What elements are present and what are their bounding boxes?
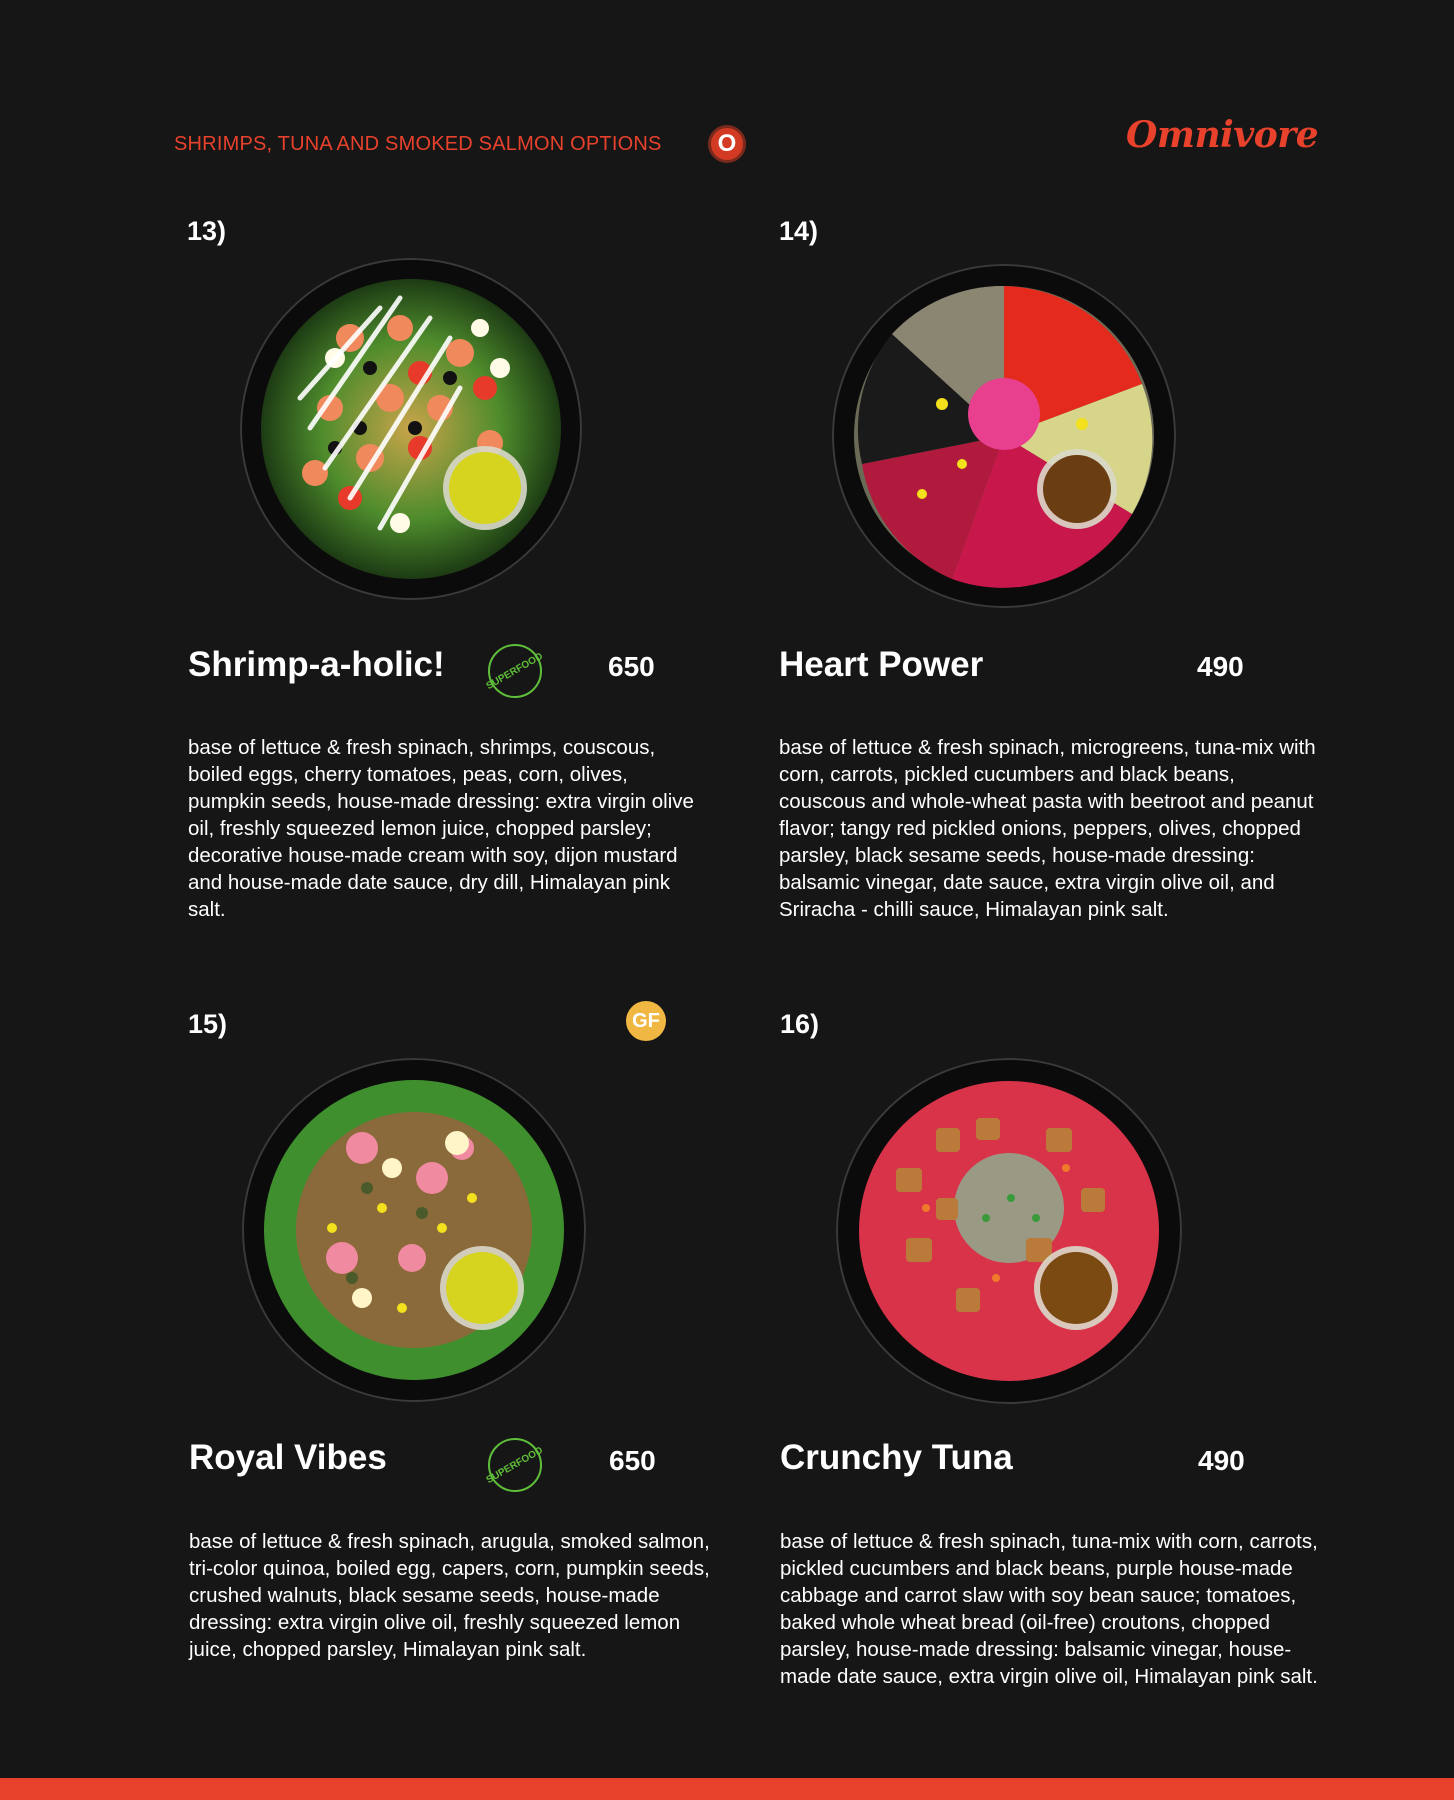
item-description: base of lettuce & fresh spinach, arugula… — [189, 1530, 710, 1661]
item-name: Heart Power — [779, 645, 984, 684]
item-description: base of lettuce & fresh spinach, tuna-mi… — [780, 1530, 1318, 1688]
superfood-badge-icon: SUPERFOOD — [485, 1438, 545, 1492]
item-price: 650 — [609, 1445, 656, 1476]
item-description: base of lettuce & fresh spinach, shrimps… — [188, 736, 694, 921]
footer-bar — [0, 1778, 1454, 1800]
omnivore-badge-icon: O — [708, 125, 746, 163]
salad-bowl-image — [836, 1058, 1182, 1404]
item-number: 15) — [188, 1009, 228, 1039]
badge-letter: O — [717, 130, 737, 157]
salad-bowl-image — [832, 264, 1176, 608]
heart-power-salad-icon — [832, 264, 1176, 608]
item-name: Royal Vibes — [189, 1438, 387, 1477]
item-number: 16) — [780, 1009, 820, 1039]
item-price: 490 — [1198, 1445, 1245, 1476]
item-number: 14) — [779, 216, 819, 246]
item-name: Shrimp-a-holic! — [188, 645, 445, 684]
crunchy-tuna-salad-icon — [836, 1058, 1182, 1404]
section-title: SHRIMPS, TUNA AND SMOKED SALMON OPTIONS — [174, 133, 662, 155]
item-price: 490 — [1197, 651, 1244, 682]
brand-logo: Omnivore — [1126, 114, 1319, 156]
superfood-badge-icon: SUPERFOOD — [485, 644, 545, 698]
royal-vibes-salad-icon — [242, 1058, 586, 1402]
salad-bowl-image — [240, 258, 582, 600]
shrimp-salad-icon — [240, 258, 582, 600]
gluten-free-badge-icon: GF — [626, 1001, 666, 1041]
salad-bowl-image — [242, 1058, 586, 1402]
item-number: 13) — [187, 216, 227, 246]
item-price: 650 — [608, 651, 655, 682]
item-description: base of lettuce & fresh spinach, microgr… — [779, 736, 1316, 921]
item-name: Crunchy Tuna — [780, 1438, 1013, 1477]
